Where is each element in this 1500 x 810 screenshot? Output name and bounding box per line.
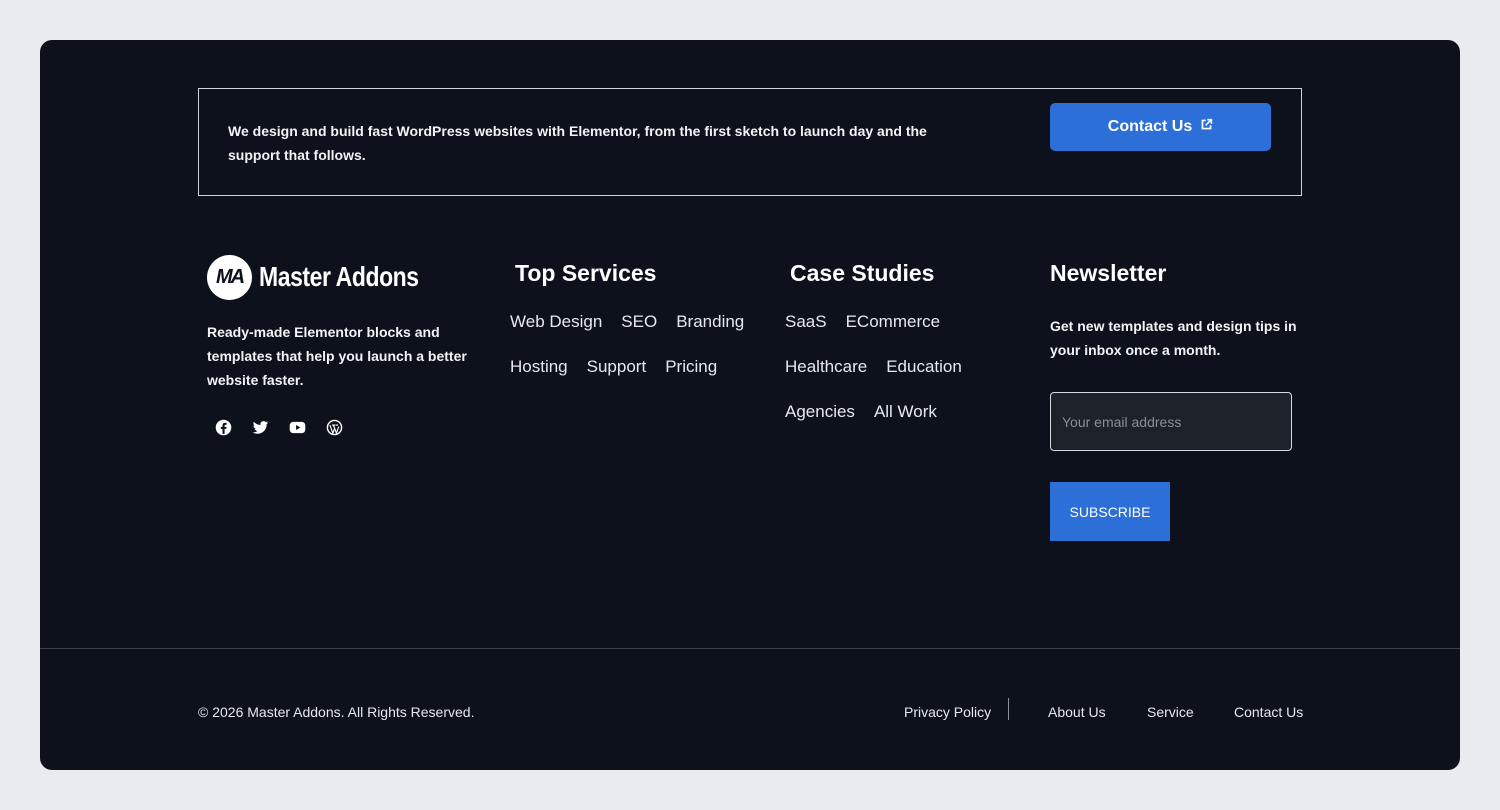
contact-us-button[interactable]: Contact Us <box>1050 103 1271 151</box>
twitter-icon[interactable] <box>252 419 269 436</box>
brand-description: Ready-made Elementor blocks and template… <box>207 324 467 388</box>
service-link[interactable]: Service <box>1147 704 1194 720</box>
contact-us-button-label: Contact Us <box>1107 118 1193 135</box>
link-web-design[interactable]: Web Design <box>510 310 602 334</box>
link-separator <box>1008 698 1009 720</box>
facebook-icon[interactable] <box>215 419 232 436</box>
cta-banner: We design and build fast WordPress websi… <box>198 88 1302 196</box>
copyright-text: © 2026 Master Addons. All Rights Reserve… <box>198 704 475 720</box>
link-pricing[interactable]: Pricing <box>665 355 717 379</box>
link-education[interactable]: Education <box>886 355 962 379</box>
link-ecommerce[interactable]: ECommerce <box>846 310 940 334</box>
social-links <box>215 419 497 436</box>
top-services-links: Web Design SEO Branding Hosting Support … <box>510 310 770 379</box>
logo[interactable]: MA Master Addons <box>207 254 497 300</box>
site-footer: We design and build fast WordPress websi… <box>40 40 1460 770</box>
newsletter-description: Get new templates and design tips in you… <box>1050 318 1297 358</box>
link-seo[interactable]: SEO <box>621 310 657 334</box>
link-hosting[interactable]: Hosting <box>510 355 568 379</box>
link-branding[interactable]: Branding <box>676 310 744 334</box>
link-agencies[interactable]: Agencies <box>785 400 855 424</box>
link-healthcare[interactable]: Healthcare <box>785 355 867 379</box>
link-support[interactable]: Support <box>587 355 647 379</box>
logo-text: Master Addons <box>259 261 419 292</box>
external-link-icon <box>1200 118 1213 136</box>
brand-column: MA Master Addons Ready-made Elementor bl… <box>207 254 497 436</box>
email-field[interactable] <box>1050 392 1292 451</box>
footer-divider <box>40 648 1460 649</box>
youtube-icon[interactable] <box>289 419 306 436</box>
about-us-link[interactable]: About Us <box>1048 704 1106 720</box>
case-studies-heading: Case Studies <box>790 260 935 286</box>
cta-text: We design and build fast WordPress websi… <box>228 123 927 163</box>
logo-mark: MA <box>207 254 252 300</box>
subscribe-button[interactable]: SUBSCRIBE <box>1050 482 1170 541</box>
privacy-policy-link[interactable]: Privacy Policy <box>904 704 991 720</box>
top-services-heading: Top Services <box>515 260 657 286</box>
wordpress-icon[interactable] <box>326 419 343 436</box>
link-saas[interactable]: SaaS <box>785 310 827 334</box>
contact-us-link[interactable]: Contact Us <box>1234 704 1303 720</box>
link-all-work[interactable]: All Work <box>874 400 937 424</box>
newsletter-heading: Newsletter <box>1050 260 1167 286</box>
case-studies-links: SaaS ECommerce Healthcare Education Agen… <box>785 310 995 424</box>
